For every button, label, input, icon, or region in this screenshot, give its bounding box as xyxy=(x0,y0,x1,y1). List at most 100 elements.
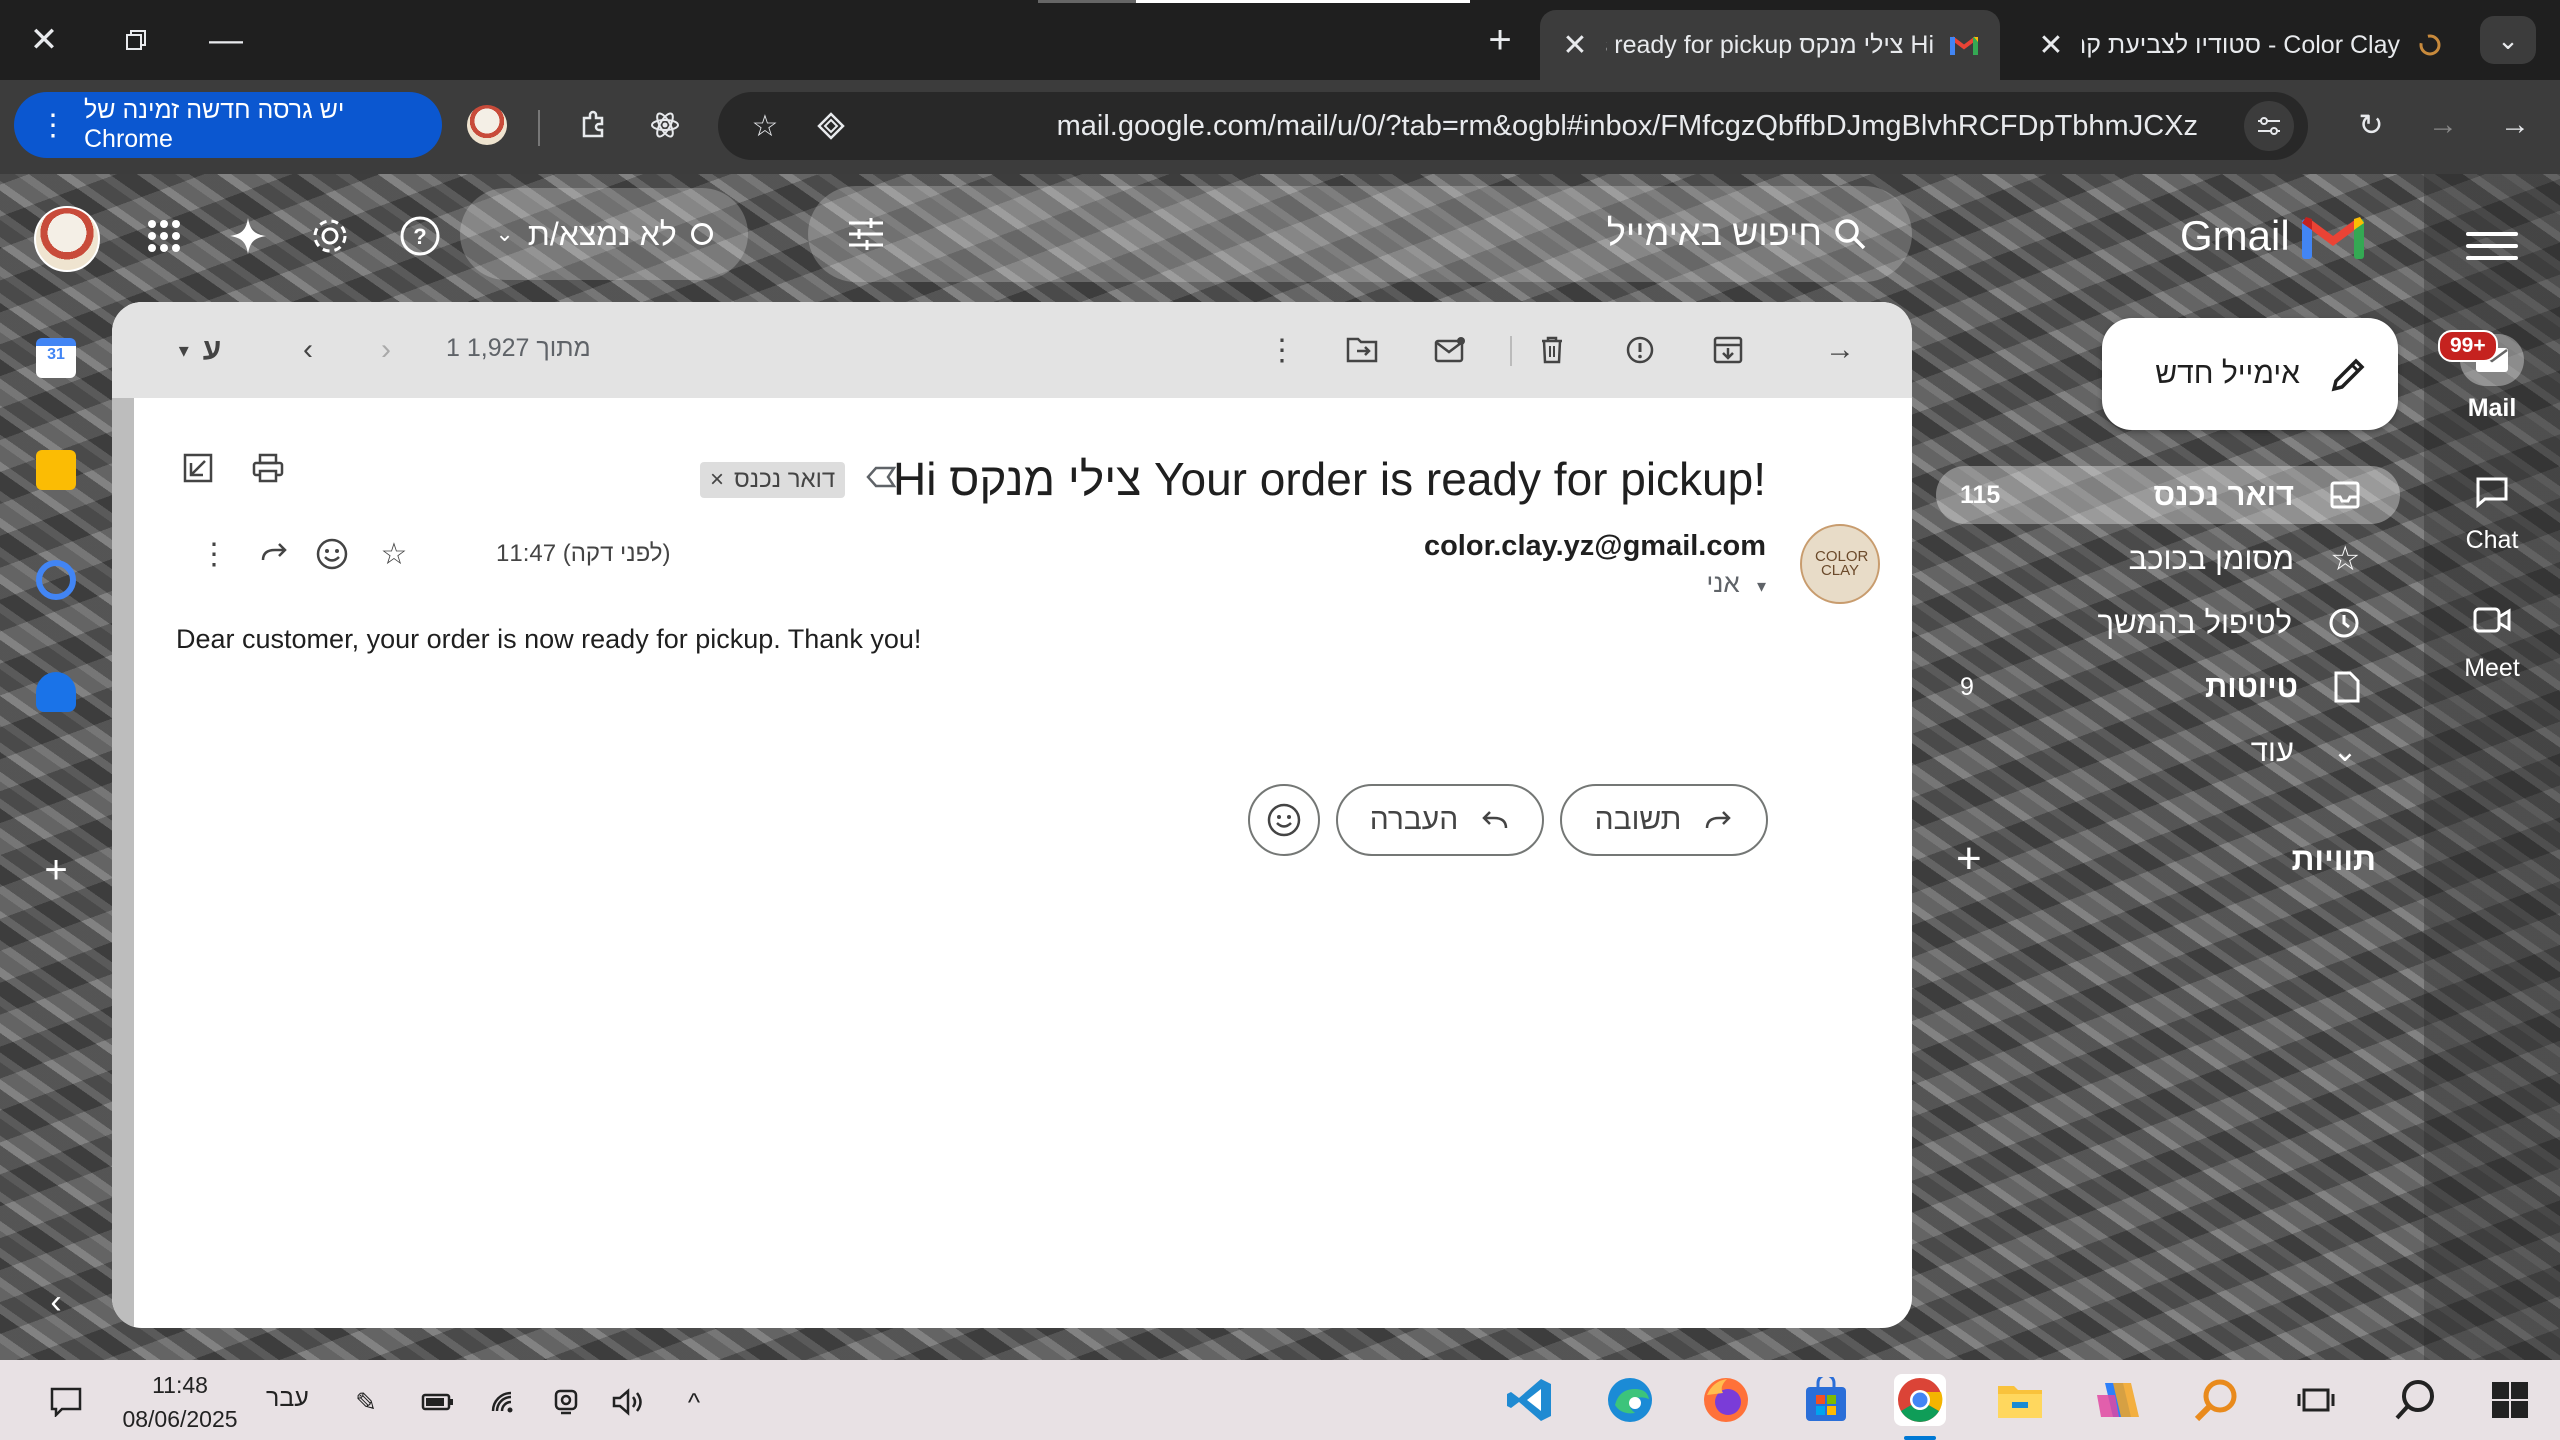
tab-gmail[interactable]: ✕ Hi צילי מנקס Your order is ready for p… xyxy=(1540,10,2000,80)
site-settings-icon[interactable] xyxy=(2244,101,2294,151)
edge-icon[interactable] xyxy=(1604,1374,1656,1426)
vscode-icon[interactable] xyxy=(1504,1374,1556,1426)
search-options-icon[interactable] xyxy=(838,206,894,262)
print-icon[interactable] xyxy=(244,444,292,492)
move-to-icon[interactable] xyxy=(1338,326,1386,374)
reply-icon[interactable] xyxy=(254,534,294,574)
battery-icon[interactable] xyxy=(418,1382,458,1422)
tab-search-button[interactable]: ⌄ xyxy=(2480,16,2536,64)
close-window-icon[interactable]: ✕ xyxy=(14,14,74,66)
lens-icon[interactable] xyxy=(806,101,856,151)
newer-message-icon[interactable]: ‹ xyxy=(284,326,332,374)
contacts-icon[interactable] xyxy=(36,672,76,712)
react-devtools-icon[interactable] xyxy=(640,100,690,150)
nav-drafts[interactable]: 9 טיוטות xyxy=(1936,658,2400,716)
task-view-icon[interactable] xyxy=(2290,1374,2342,1426)
input-tools-dropdown[interactable]: ▾ ע xyxy=(176,326,224,374)
forward-button[interactable]: העברה xyxy=(1336,784,1544,856)
rail-meet[interactable]: Meet xyxy=(2424,594,2560,683)
emoji-icon xyxy=(1267,803,1301,837)
chrome-update-button[interactable]: ⋮ יש גרסה חדשה זמינה של Chrome xyxy=(14,92,442,158)
label-chip-text: דואר נכנס xyxy=(734,466,836,493)
star-icon[interactable]: ☆ xyxy=(374,534,414,574)
search-bar[interactable]: חיפוש באימייל xyxy=(808,186,1912,282)
forward-icon[interactable]: → xyxy=(2418,100,2468,150)
sender-avatar[interactable]: COLOR CLAY xyxy=(1800,524,1880,604)
camera-tray-icon[interactable] xyxy=(546,1382,586,1422)
main-menu-icon[interactable] xyxy=(2466,220,2518,272)
nav-starred[interactable]: מסומן בכוכב ☆ xyxy=(1936,530,2400,588)
account-avatar[interactable] xyxy=(34,206,100,272)
close-tab-icon[interactable]: ✕ xyxy=(1560,28,1590,63)
recipient-details[interactable]: אני ▾ xyxy=(1707,568,1766,599)
gemini-sparkle-icon[interactable] xyxy=(220,208,276,264)
copilot-icon[interactable] xyxy=(2092,1374,2144,1426)
message-subject: Hi צילי מנקס Your order is ready for pic… xyxy=(893,453,1766,505)
apps-grid-icon[interactable] xyxy=(136,208,192,264)
search-app-icon[interactable] xyxy=(2190,1374,2242,1426)
extensions-icon[interactable] xyxy=(568,100,618,150)
keep-icon[interactable] xyxy=(36,450,76,490)
more-vert-icon[interactable]: ⋮ xyxy=(1258,326,1306,374)
compose-button[interactable]: אימייל חדש xyxy=(2102,318,2398,430)
start-icon[interactable] xyxy=(2484,1374,2536,1426)
archive-icon[interactable] xyxy=(1704,326,1752,374)
remove-label-icon[interactable]: × xyxy=(710,466,724,494)
calendar-icon[interactable]: 31 xyxy=(36,338,76,378)
inbox-label-chip[interactable]: × דואר נכנס xyxy=(700,462,846,498)
rail-chat[interactable]: Chat xyxy=(2424,466,2560,555)
status-label: לא נמצא/ת xyxy=(527,215,677,252)
report-spam-icon[interactable] xyxy=(1616,326,1664,374)
new-tab-button[interactable]: + xyxy=(1478,18,1522,62)
language-indicator[interactable]: עבר xyxy=(266,1384,309,1413)
status-selector[interactable]: ⌄ לא נמצא/ת xyxy=(460,188,748,280)
sender-email[interactable]: color.clay.yz@gmail.com xyxy=(1424,530,1766,563)
volume-icon[interactable] xyxy=(608,1382,648,1422)
notifications-icon[interactable] xyxy=(46,1382,86,1422)
collapse-side-panel-icon[interactable]: ‹ xyxy=(36,1282,76,1322)
tasks-icon[interactable] xyxy=(36,560,76,600)
gmail-app: Gmail חיפוש באימייל ⌄ לא נמצא/ת ? 31 + ‹… xyxy=(0,174,2560,1360)
bookmark-star-icon[interactable]: ☆ xyxy=(740,101,790,151)
chevron-down-icon: ⌄ xyxy=(2332,734,2358,768)
more-vert-icon[interactable]: ⋮ xyxy=(194,534,234,574)
back-to-inbox-icon[interactable]: → xyxy=(1816,326,1864,374)
add-app-icon[interactable]: + xyxy=(36,850,76,890)
nav-more[interactable]: עוד ⌄ xyxy=(1936,722,2400,780)
add-label-icon[interactable]: + xyxy=(1956,834,1982,884)
add-reaction-icon[interactable] xyxy=(312,534,352,574)
pencil-icon xyxy=(2331,358,2365,392)
delete-icon[interactable] xyxy=(1528,326,1576,374)
nav-snoozed[interactable]: לטיפול בהמשך xyxy=(1936,594,2400,652)
reload-icon[interactable]: ↻ xyxy=(2346,100,2396,150)
chrome-icon[interactable] xyxy=(1894,1374,1946,1426)
chat-icon xyxy=(2460,466,2524,518)
older-message-icon[interactable]: › xyxy=(362,326,410,374)
store-icon[interactable] xyxy=(1800,1374,1852,1426)
clock[interactable]: 11:48 08/06/2025 xyxy=(110,1368,250,1436)
open-in-new-window-icon[interactable] xyxy=(174,444,222,492)
emoji-reaction-button[interactable] xyxy=(1248,784,1320,856)
profile-avatar[interactable] xyxy=(462,100,512,150)
settings-gear-icon[interactable] xyxy=(302,208,358,264)
minimize-window-icon[interactable]: — xyxy=(196,14,256,66)
help-icon[interactable]: ? xyxy=(392,208,448,264)
gmail-logo[interactable]: Gmail xyxy=(2180,212,2364,260)
scrollbar[interactable] xyxy=(112,398,134,1328)
wifi-icon[interactable] xyxy=(484,1382,524,1422)
reply-button[interactable]: תשובה xyxy=(1560,784,1768,856)
mark-unread-icon[interactable] xyxy=(1426,326,1474,374)
file-explorer-icon[interactable] xyxy=(1994,1374,2046,1426)
restore-window-icon[interactable] xyxy=(106,14,166,66)
address-bar[interactable]: ☆ mail.google.com/mail/u/0/?tab=rm&ogbl#… xyxy=(718,92,2308,160)
tab-color-clay[interactable]: ✕ Color Clay - סטודיו לצביעת קרמיקה xyxy=(2016,10,2466,80)
firefox-icon[interactable] xyxy=(1700,1374,1752,1426)
close-tab-icon[interactable]: ✕ xyxy=(2036,28,2066,63)
importance-marker-icon[interactable] xyxy=(866,462,897,496)
nav-inbox[interactable]: 115 דואר נכנס xyxy=(1936,466,2400,524)
show-hidden-icons[interactable]: ^ xyxy=(674,1382,714,1422)
taskbar-search-icon[interactable] xyxy=(2390,1374,2442,1426)
pen-icon[interactable]: ✎ xyxy=(346,1382,386,1422)
search-icon[interactable] xyxy=(1822,206,1878,262)
back-icon[interactable]: → xyxy=(2490,100,2540,150)
